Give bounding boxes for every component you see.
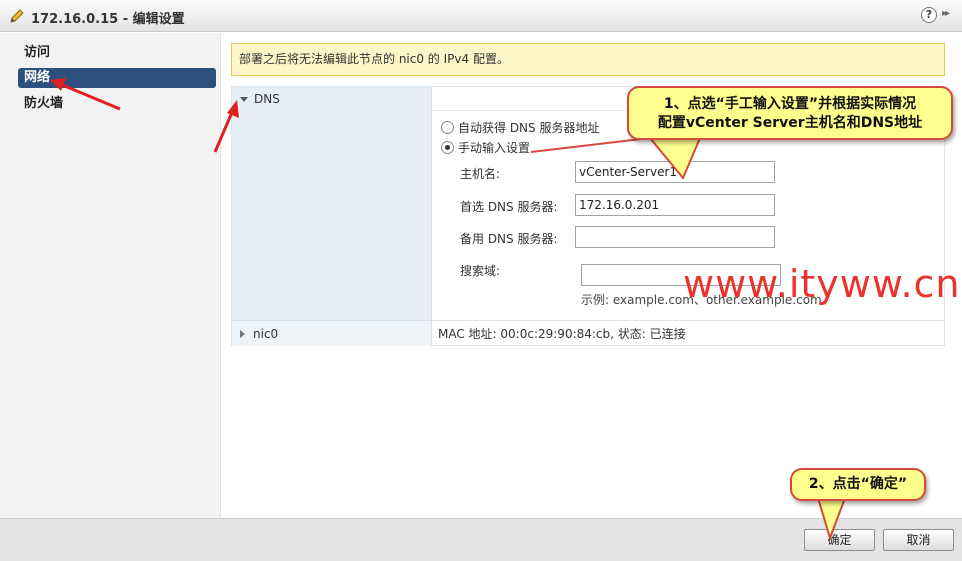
dns-manual-radio[interactable]: 手动输入设置 xyxy=(441,140,530,156)
hostname-label: 主机名: xyxy=(460,167,501,181)
dns-auto-label: 自动获得 DNS 服务器地址 xyxy=(458,121,600,135)
dns-auto-radio[interactable]: 自动获得 DNS 服务器地址 xyxy=(441,120,599,136)
dns-label-column xyxy=(232,87,432,321)
sidebar-item-access[interactable]: 访问 xyxy=(18,43,216,63)
expand-triangle-icon xyxy=(240,330,245,338)
instruction-callout-2: 2、点击“确定” xyxy=(790,468,926,501)
callout1-line1: 1、点选“手工输入设置”并根据实际情况 xyxy=(663,96,917,112)
dns-section-label: DNS xyxy=(254,92,280,106)
row-divider xyxy=(232,320,944,321)
nic0-section-toggle[interactable]: nic0 xyxy=(232,322,278,346)
cancel-button[interactable]: 取消 xyxy=(883,529,954,551)
watermark-text: www.ityww.cn xyxy=(683,262,961,306)
dns-manual-label: 手动输入设置 xyxy=(458,141,531,155)
dialog-titlebar: 172.16.0.15 - 编辑设置 ? ▸▸ xyxy=(0,0,962,32)
pencil-icon xyxy=(10,9,24,23)
callout1-line2: 配置vCenter Server主机名和DNS地址 xyxy=(657,115,923,131)
alternate-dns-input[interactable] xyxy=(575,226,775,248)
expand-icon[interactable]: ▸▸ xyxy=(942,8,950,19)
collapse-triangle-icon xyxy=(240,97,248,102)
sidebar-item-network[interactable]: 网络 xyxy=(18,68,216,88)
nic0-info: MAC 地址: 00:0c:29:90:84:cb, 状态: 已连接 xyxy=(438,327,686,341)
radio-off-icon xyxy=(441,121,454,134)
radio-on-icon xyxy=(441,141,454,154)
nic0-label: nic0 xyxy=(253,327,279,341)
preferred-dns-input[interactable] xyxy=(575,194,775,216)
sidebar-item-firewall[interactable]: 防火墙 xyxy=(18,94,216,114)
alternate-dns-label: 备用 DNS 服务器: xyxy=(460,232,558,246)
hostname-input[interactable] xyxy=(575,161,775,183)
search-domain-label: 搜索域: xyxy=(460,264,501,278)
preferred-dns-label: 首选 DNS 服务器: xyxy=(460,200,558,214)
warning-notice: 部署之后将无法编辑此节点的 nic0 的 IPv4 配置。 xyxy=(231,43,945,76)
dns-section-toggle[interactable]: DNS xyxy=(232,87,280,111)
help-icon[interactable]: ? xyxy=(921,7,937,23)
ok-button[interactable]: 确定 xyxy=(804,529,875,551)
dialog-title: 172.16.0.15 - 编辑设置 xyxy=(31,12,185,27)
instruction-callout-1: 1、点选“手工输入设置”并根据实际情况 配置vCenter Server主机名和… xyxy=(627,86,953,140)
